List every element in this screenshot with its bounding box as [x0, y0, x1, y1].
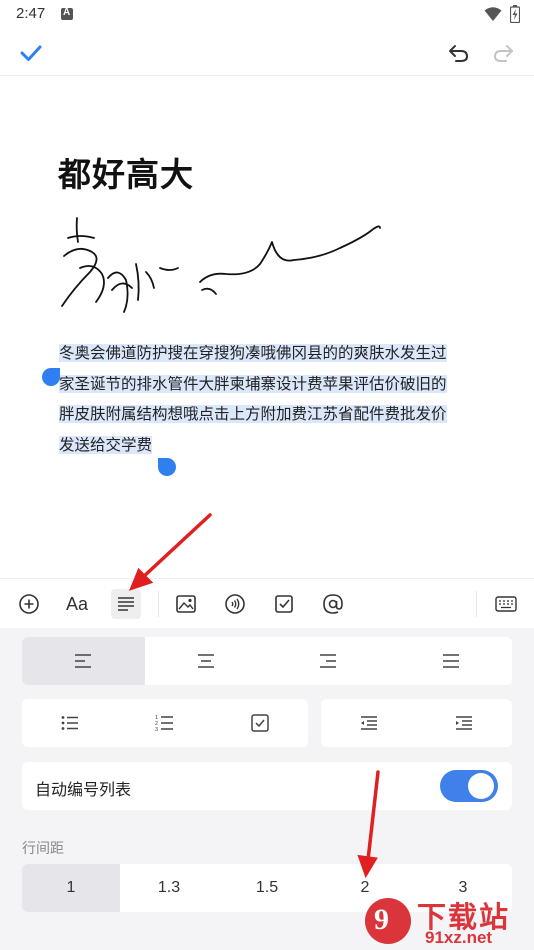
image-icon[interactable] [171, 589, 201, 619]
line-spacing-label: 行间距 [22, 841, 64, 857]
undo-icon[interactable] [446, 40, 472, 66]
text-line: 发送给交学费 [59, 435, 153, 454]
auto-number-row: 自动编号列表 [22, 762, 512, 810]
checklist-button[interactable] [213, 699, 308, 747]
align-left-button[interactable] [22, 637, 145, 685]
indent-button[interactable] [417, 699, 513, 747]
line-spacing-option-1-3[interactable]: 1.3 [120, 864, 218, 912]
line-spacing-value: 1 [66, 879, 76, 896]
notification-icon: A [61, 7, 73, 20]
toggle-knob [468, 773, 494, 799]
text-line: 冬奥会佛道防护搜在穿搜狗凑哦佛冈县的的爽肤水发生过 [59, 344, 447, 362]
format-toolbar: Aa [0, 578, 534, 628]
align-right-button[interactable] [267, 637, 390, 685]
wifi-icon [484, 7, 502, 21]
selected-paragraph[interactable]: 冬奥会佛道防护搜在穿搜狗凑哦佛冈县的的爽肤水发生过 家圣诞节的排水管件大胖柬埔寨… [59, 338, 469, 460]
audio-icon[interactable] [220, 589, 250, 619]
checkbox-icon[interactable] [269, 589, 299, 619]
battery-icon [510, 5, 520, 23]
notification-letter: A [63, 7, 71, 18]
status-bar: 2:47 A [0, 0, 534, 28]
auto-number-toggle[interactable] [440, 770, 498, 802]
indent-selector [321, 699, 512, 747]
text-line: 家圣诞节的排水管件大胖柬埔寨设计费苹果评估价破旧的 [59, 374, 447, 393]
bullet-list-button[interactable] [22, 699, 117, 747]
status-time: 2:47 [16, 5, 46, 22]
numbered-list-button[interactable]: 123 [117, 699, 212, 747]
text-style-icon[interactable]: Aa [62, 589, 92, 619]
outdent-button[interactable] [321, 699, 417, 747]
editor-top-bar [0, 28, 534, 76]
done-check-icon[interactable] [18, 40, 44, 66]
selection-start-handle[interactable] [42, 368, 60, 386]
toolbar-divider [158, 591, 159, 617]
toolbar-divider [476, 591, 477, 617]
text-line: 胖皮肤附属结构想哦点击上方附加费江苏省配件费批发价 [59, 405, 447, 423]
watermark: 9 下载站 91xz.net [365, 892, 534, 950]
keyboard-icon[interactable] [491, 589, 521, 619]
handwriting-sketch[interactable] [50, 208, 390, 328]
align-center-button[interactable] [145, 637, 268, 685]
line-spacing-option-1[interactable]: 1 [22, 864, 120, 912]
line-spacing-value: 1.3 [157, 879, 181, 896]
align-icon[interactable] [111, 589, 141, 619]
svg-text:3: 3 [155, 727, 158, 732]
line-spacing-value: 1.5 [255, 879, 279, 896]
watermark-glyph: 9 [374, 903, 389, 936]
insert-plus-icon[interactable] [14, 589, 44, 619]
selection-end-handle[interactable] [158, 458, 176, 476]
text-style-label: Aa [65, 593, 89, 614]
align-justify-button[interactable] [390, 637, 513, 685]
redo-icon[interactable] [490, 40, 516, 66]
watermark-logo: 9 [365, 898, 411, 944]
line-spacing-option-1-5[interactable]: 1.5 [218, 864, 316, 912]
watermark-url: 91xz.net [425, 928, 493, 947]
alignment-selector [22, 637, 512, 685]
mention-icon[interactable] [318, 589, 348, 619]
list-style-selector: 123 [22, 699, 308, 747]
note-title[interactable]: 都好高大 [58, 148, 194, 196]
auto-number-label: 自动编号列表 [35, 780, 132, 799]
